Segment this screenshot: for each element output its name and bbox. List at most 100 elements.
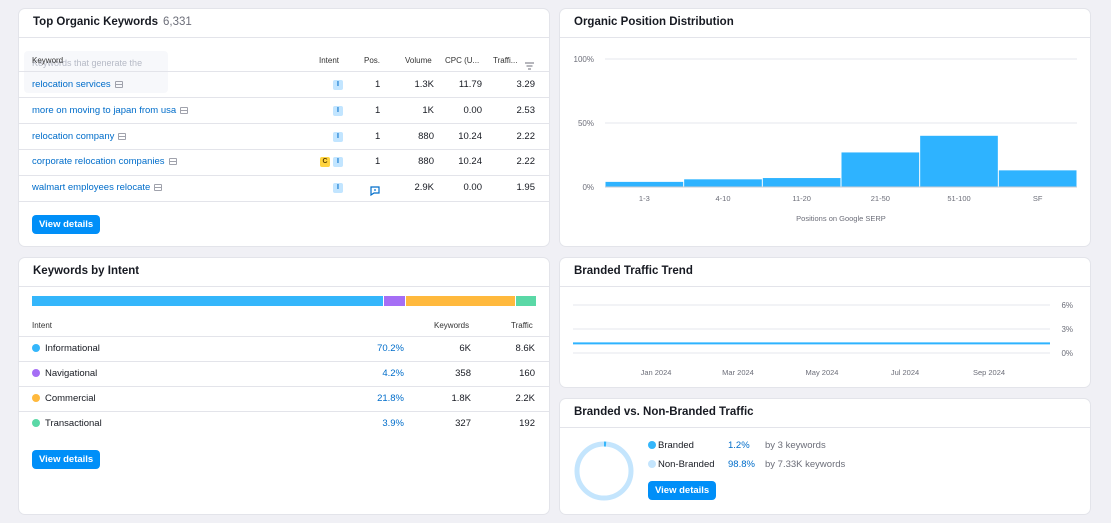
intent-name: Informational: [45, 343, 100, 354]
branded-vs-nonbranded-card: Branded vs. Non-Branded Traffic Branded …: [560, 399, 1090, 514]
intent-pct[interactable]: 3.9%: [382, 418, 404, 429]
view-details-button[interactable]: View details: [648, 481, 717, 500]
volume-value: 1K: [422, 105, 434, 116]
x-tick-label: Mar 2024: [722, 368, 754, 377]
keyword-link[interactable]: relocation services: [32, 79, 123, 90]
col-traffic: Traffic: [511, 321, 533, 330]
intent-pct[interactable]: 70.2%: [377, 343, 404, 354]
volume-value: 1.3K: [414, 79, 434, 90]
cpc-value: 10.24: [458, 131, 482, 142]
intent-informational-badge: I: [333, 183, 343, 193]
serp-icon[interactable]: [154, 184, 163, 191]
histogram-bar: [998, 170, 1077, 187]
pos-value: 1: [375, 105, 381, 116]
traffic-value: 2.22: [516, 131, 536, 142]
keyword-link[interactable]: corporate relocation companies: [32, 156, 177, 167]
branded-donut-chart: [574, 441, 634, 501]
non-branded-label: Non-Branded: [658, 459, 715, 470]
non-branded-dot: [648, 460, 656, 468]
keyword-link[interactable]: walmart employees relocate: [32, 182, 163, 193]
y-tick-label: 0%: [582, 183, 594, 192]
x-axis-label: Positions on Google SERP: [796, 214, 886, 223]
serp-icon[interactable]: [114, 81, 123, 88]
x-tick-label: 4-10: [715, 194, 730, 203]
intent-bar-segment[interactable]: [32, 296, 384, 306]
pos-value: 1: [375, 131, 381, 142]
navigational-dot: [32, 369, 40, 377]
card-title: Keywords by Intent: [33, 265, 140, 277]
intent-bar-segment[interactable]: [384, 296, 406, 306]
histogram-bar: [762, 178, 841, 187]
cpc-value: 0.00: [463, 105, 483, 116]
intent-bar-segment[interactable]: [516, 296, 536, 306]
col-keywords: Keywords: [434, 321, 470, 330]
intent-keywords: 358: [455, 368, 471, 379]
intent-bar-segment[interactable]: [406, 296, 516, 306]
histogram-bar: [684, 179, 762, 187]
y-tick-label: 0%: [1061, 349, 1073, 358]
col-keyword[interactable]: Keyword: [32, 56, 63, 65]
histogram-bar: [605, 181, 684, 187]
x-tick-label: SF: [1033, 194, 1043, 203]
pos-value: 1: [375, 79, 381, 90]
intent-informational-badge: I: [333, 132, 343, 142]
branded-dot: [648, 441, 656, 449]
histogram-bar: [841, 152, 920, 187]
traffic-value: 2.53: [516, 105, 536, 116]
col-volume[interactable]: Volume: [405, 56, 432, 65]
y-tick-label: 3%: [1061, 325, 1073, 334]
serp-icon[interactable]: [180, 107, 189, 114]
intent-share-bar: [32, 296, 536, 306]
x-tick-label: 11-20: [792, 194, 811, 203]
intent-traffic: 8.6K: [515, 343, 535, 354]
view-details-button[interactable]: View details: [32, 450, 101, 469]
intent-informational-badge: I: [333, 106, 343, 116]
col-intent: Intent: [32, 321, 53, 330]
serp-icon[interactable]: [168, 158, 177, 165]
x-tick-label: May 2024: [806, 368, 839, 377]
traffic-value: 1.95: [516, 182, 536, 193]
branded-pct[interactable]: 1.2%: [728, 440, 750, 451]
intent-keywords: 6K: [459, 343, 471, 354]
cpc-value: 11.79: [458, 79, 482, 90]
x-tick-label: Jan 2024: [641, 368, 672, 377]
cpc-value: 0.00: [463, 182, 483, 193]
y-tick-label: 6%: [1061, 301, 1073, 310]
x-tick-label: Sep 2024: [973, 368, 1005, 377]
volume-value: 2.9K: [414, 182, 434, 193]
volume-value: 880: [418, 131, 434, 142]
traffic-value: 3.29: [516, 79, 536, 90]
serp-feature-icon[interactable]: [370, 183, 380, 197]
card-title: Branded vs. Non-Branded Traffic: [574, 406, 754, 418]
col-traffic[interactable]: Traffi...: [493, 56, 517, 65]
top-organic-keywords-card: Top Organic Keywords 6,331 Keywords that …: [19, 9, 549, 246]
keywords-by-intent-card: Keywords by Intent Intent Keywords Traff…: [19, 258, 549, 514]
view-details-button[interactable]: View details: [32, 215, 101, 234]
non-branded-pct[interactable]: 98.8%: [728, 459, 755, 470]
col-intent[interactable]: Intent: [319, 56, 339, 65]
donut-non-branded-slice: [574, 441, 634, 501]
position-distribution-card: Organic Position Distribution 100% 50% 0% 1…: [560, 9, 1090, 246]
intent-informational-badge: I: [333, 80, 343, 90]
intent-traffic: 160: [519, 368, 535, 379]
keywords-count: 6,331: [163, 16, 192, 28]
x-tick-label: 51-100: [947, 194, 970, 203]
transactional-dot: [32, 419, 40, 427]
intent-pct[interactable]: 21.8%: [377, 393, 404, 404]
intent-name: Transactional: [45, 418, 102, 429]
keyword-link[interactable]: relocation company: [32, 131, 127, 142]
col-cpc[interactable]: CPC (U...: [445, 56, 479, 65]
serp-icon[interactable]: [118, 133, 127, 140]
sort-icon[interactable]: [525, 57, 534, 70]
x-tick-label: Jul 2024: [891, 368, 919, 377]
intent-pct[interactable]: 4.2%: [382, 368, 404, 379]
branded-trend-chart: 6% 3% 0% Jan 2024 Mar 2024 May 2024 Jul 2024 Se…: [573, 301, 1073, 377]
commercial-dot: [32, 394, 40, 402]
cpc-value: 10.24: [458, 156, 482, 167]
branded-label: Branded: [658, 440, 694, 451]
col-pos[interactable]: Pos.: [364, 56, 380, 65]
intent-commercial-badge: C: [320, 157, 330, 167]
keyword-link[interactable]: more on moving to japan from usa: [32, 105, 189, 116]
branded-traffic-trend-card: Branded Traffic Trend 6% 3% 0% Jan 2024 Mar …: [560, 258, 1090, 387]
x-tick-label: 1-3: [639, 194, 650, 203]
